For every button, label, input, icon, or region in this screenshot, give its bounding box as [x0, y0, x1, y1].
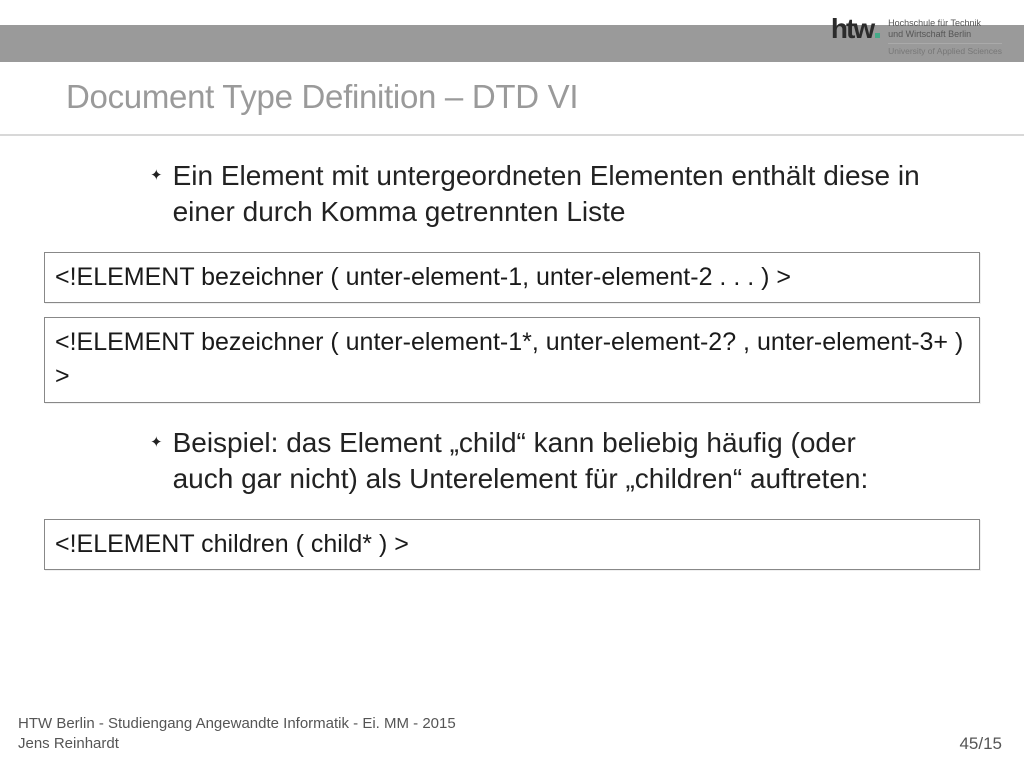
code-box-3: <!ELEMENT children ( child* ) > [44, 519, 980, 571]
htw-logo-text: htw [831, 13, 873, 44]
logo-subline: University of Applied Sciences [888, 46, 1002, 56]
diamond-bullet-icon: ✦ [150, 433, 163, 451]
footer-line2: Jens Reinhardt [18, 735, 119, 752]
logo-wordmark: htw [831, 18, 880, 43]
page-title: Document Type Definition – DTD VI [66, 78, 1024, 116]
logo-dot-icon [875, 33, 880, 38]
logo-line1: Hochschule für Technik und Wirtschaft Be… [888, 18, 1002, 44]
title-zone: Document Type Definition – DTD VI [0, 62, 1024, 136]
code-box-1: <!ELEMENT bezeichner ( unter-element-1, … [44, 252, 980, 304]
logo-area: htw Hochschule für Technik und Wirtschaf… [831, 18, 1002, 56]
bullet-2: ✦ Beispiel: das Element „child“ kann bel… [150, 425, 920, 497]
footer-line1: HTW Berlin - Studiengang Angewandte Info… [18, 715, 456, 732]
slide: htw Hochschule für Technik und Wirtschaf… [0, 0, 1024, 768]
logo-caption: Hochschule für Technik und Wirtschaft Be… [888, 18, 1002, 56]
bullet-1-text: Ein Element mit untergeordneten Elemente… [173, 158, 920, 230]
bullet-2-text: Beispiel: das Element „child“ kann belie… [173, 425, 920, 497]
code-box-2: <!ELEMENT bezeichner ( unter-element-1*,… [44, 317, 980, 403]
bullet-1: ✦ Ein Element mit untergeordneten Elemen… [150, 158, 920, 230]
header-white-band: htw Hochschule für Technik und Wirtschaf… [0, 0, 1024, 25]
content-area: ✦ Ein Element mit untergeordneten Elemen… [0, 158, 1024, 570]
page-number: 45/15 [959, 734, 1002, 754]
footer: HTW Berlin - Studiengang Angewandte Info… [18, 714, 1002, 755]
diamond-bullet-icon: ✦ [150, 166, 163, 184]
footer-left: HTW Berlin - Studiengang Angewandte Info… [18, 714, 456, 755]
